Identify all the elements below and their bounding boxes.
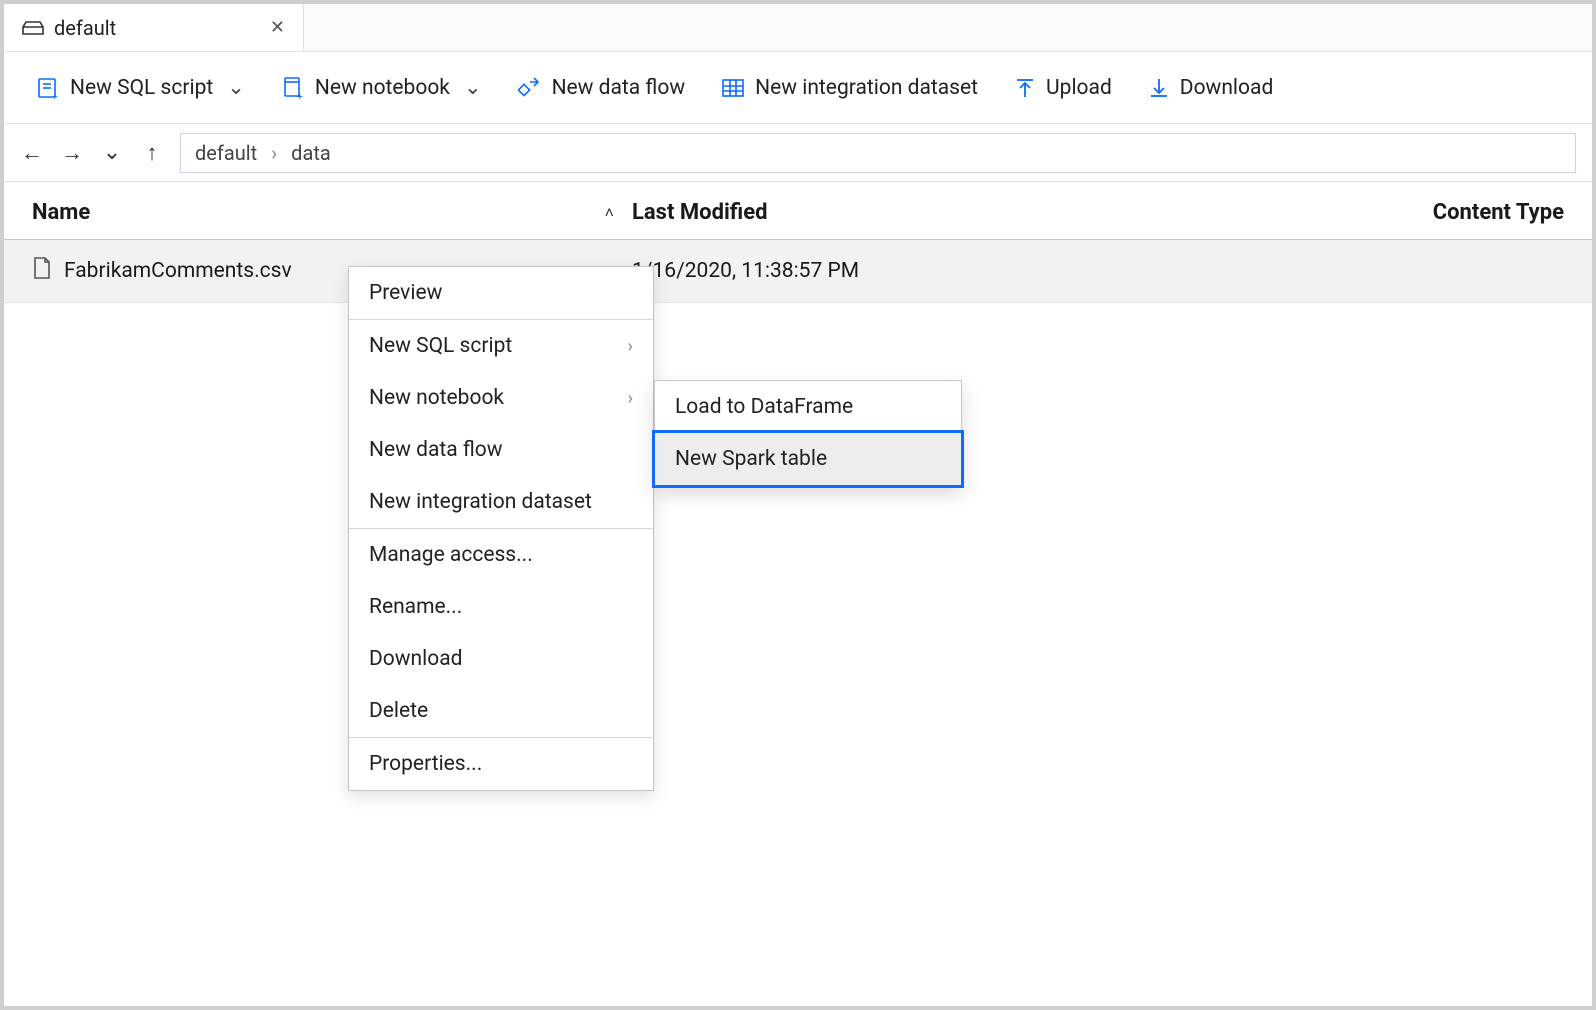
menu-manage-access-label: Manage access... xyxy=(369,543,533,567)
tab-label: default xyxy=(54,16,260,40)
chevron-right-icon: › xyxy=(271,141,277,165)
menu-preview-label: Preview xyxy=(369,281,442,305)
nav-row: ← → ⌄ ↑ default › data xyxy=(4,124,1592,182)
breadcrumb[interactable]: default › data xyxy=(180,133,1576,173)
file-icon xyxy=(32,256,52,286)
submenu-new-spark-label: New Spark table xyxy=(675,447,827,471)
upload-icon xyxy=(1014,77,1036,99)
up-button[interactable]: ↑ xyxy=(140,140,164,166)
menu-new-notebook-label: New notebook xyxy=(369,386,504,410)
forward-button[interactable]: → xyxy=(60,140,84,166)
new-integration-label: New integration dataset xyxy=(755,76,978,100)
menu-rename[interactable]: Rename... xyxy=(349,581,653,633)
menu-download-label: Download xyxy=(369,647,463,671)
column-headers: Name ˄ Last Modified Content Type xyxy=(4,182,1592,240)
integration-dataset-icon xyxy=(721,77,745,99)
context-menu: Preview New SQL script › New notebook › Ne… xyxy=(348,266,654,791)
file-name: FabrikamComments.csv xyxy=(64,259,292,283)
chevron-down-icon: ⌄ xyxy=(227,75,245,100)
tab-bar: default ✕ xyxy=(4,4,1592,52)
submenu-load-df-label: Load to DataFrame xyxy=(675,395,853,419)
menu-new-notebook[interactable]: New notebook › xyxy=(349,372,653,424)
column-modified-label: Last Modified xyxy=(632,200,767,225)
menu-download[interactable]: Download xyxy=(349,633,653,685)
history-dropdown-button[interactable]: ⌄ xyxy=(100,140,124,165)
download-label: Download xyxy=(1180,76,1274,100)
menu-new-integration-label: New integration dataset xyxy=(369,490,592,514)
menu-new-dataflow-label: New data flow xyxy=(369,438,503,462)
new-notebook-label: New notebook xyxy=(315,76,450,100)
download-button[interactable]: Download xyxy=(1148,76,1274,100)
upload-label: Upload xyxy=(1046,76,1112,100)
svg-text:+: + xyxy=(52,92,58,100)
submenu-load-to-dataframe[interactable]: Load to DataFrame xyxy=(655,381,961,433)
back-button[interactable]: ← xyxy=(20,140,44,166)
chevron-right-icon: › xyxy=(628,388,633,409)
menu-new-integration-dataset[interactable]: New integration dataset xyxy=(349,476,653,528)
chevron-right-icon: › xyxy=(628,336,633,357)
breadcrumb-segment[interactable]: default xyxy=(195,141,257,165)
file-modified: 1/16/2020, 11:38:57 PM xyxy=(632,259,859,283)
chevron-down-icon: ⌄ xyxy=(464,75,482,100)
sql-script-icon: + xyxy=(36,76,60,100)
menu-properties-label: Properties... xyxy=(369,752,482,776)
svg-text:+: + xyxy=(297,92,303,100)
menu-new-data-flow[interactable]: New data flow xyxy=(349,424,653,476)
notebook-icon: + xyxy=(281,76,305,100)
column-header-name[interactable]: Name ˄ xyxy=(32,200,632,225)
menu-rename-label: Rename... xyxy=(369,595,462,619)
table-row[interactable]: FabrikamComments.csv 1/16/2020, 11:38:57… xyxy=(4,240,1592,303)
tab-default[interactable]: default ✕ xyxy=(4,4,304,51)
column-name-label: Name xyxy=(32,200,90,225)
upload-button[interactable]: Upload xyxy=(1014,76,1112,100)
new-data-flow-button[interactable]: New data flow xyxy=(518,76,686,100)
sort-asc-icon: ˄ xyxy=(605,203,614,223)
new-notebook-button[interactable]: + New notebook ⌄ xyxy=(281,75,482,100)
close-icon[interactable]: ✕ xyxy=(270,17,285,38)
column-header-modified[interactable]: Last Modified xyxy=(632,200,1364,225)
new-integration-dataset-button[interactable]: New integration dataset xyxy=(721,76,978,100)
menu-properties[interactable]: Properties... xyxy=(349,738,653,790)
new-dataflow-label: New data flow xyxy=(552,76,686,100)
menu-delete-label: Delete xyxy=(369,699,428,723)
submenu-new-notebook: Load to DataFrame New Spark table xyxy=(654,380,962,486)
new-sql-script-button[interactable]: + New SQL script ⌄ xyxy=(36,75,245,100)
menu-new-sql-label: New SQL script xyxy=(369,334,512,358)
breadcrumb-segment[interactable]: data xyxy=(291,141,331,165)
column-header-type[interactable]: Content Type xyxy=(1364,200,1564,225)
storage-icon xyxy=(22,20,44,36)
toolbar: + New SQL script ⌄ + New notebook ⌄ New … xyxy=(4,52,1592,124)
menu-new-sql-script[interactable]: New SQL script › xyxy=(349,320,653,372)
menu-delete[interactable]: Delete xyxy=(349,685,653,737)
submenu-new-spark-table[interactable]: New Spark table xyxy=(655,433,961,485)
data-flow-icon xyxy=(518,76,542,100)
column-type-label: Content Type xyxy=(1433,200,1564,225)
menu-manage-access[interactable]: Manage access... xyxy=(349,529,653,581)
new-sql-label: New SQL script xyxy=(70,76,213,100)
download-icon xyxy=(1148,77,1170,99)
menu-preview[interactable]: Preview xyxy=(349,267,653,319)
